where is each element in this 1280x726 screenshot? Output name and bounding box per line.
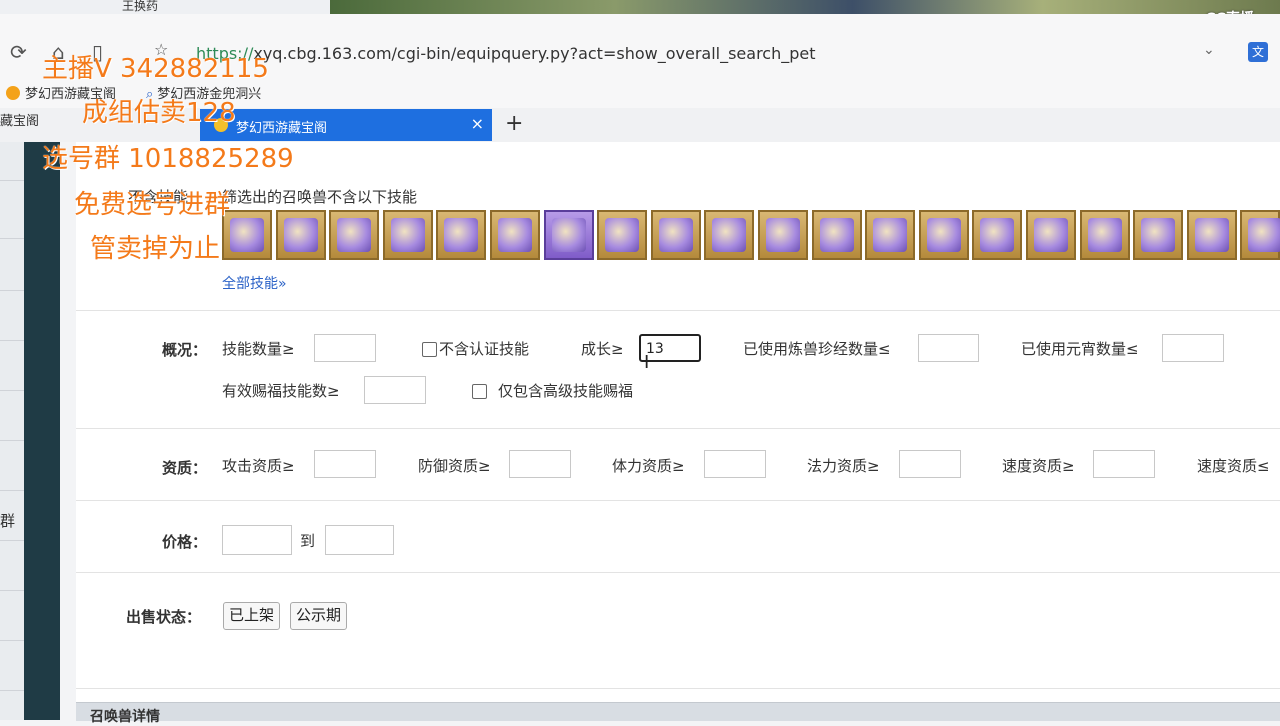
skill-9-icon[interactable] (651, 210, 701, 260)
bookmark-logo-icon (6, 86, 20, 100)
used-beast-books-label: 已使用炼兽珍经数量≤ (743, 340, 891, 358)
skill-count-label: 技能数量≥ (222, 340, 295, 358)
magic-aptitude-input[interactable] (899, 450, 961, 478)
skill-12-icon[interactable] (812, 210, 862, 260)
price-min-input[interactable] (222, 525, 292, 555)
attack-aptitude-label: 攻击资质≥ (222, 457, 295, 475)
skill-17-icon[interactable] (1080, 210, 1130, 260)
used-yuanxiao-label: 已使用元宵数量≤ (1021, 340, 1139, 358)
overlay-sell-until: 管卖掉为止 (90, 234, 221, 264)
skill-16-icon[interactable] (1026, 210, 1076, 260)
sale-status-label: 出售状态： (126, 608, 202, 626)
pet-details-header[interactable]: 召唤兽详情 (76, 702, 1280, 725)
listed-button[interactable]: 已上架 (223, 602, 281, 630)
speed-aptitude-min-label: 速度资质≥ (1002, 457, 1075, 475)
skill-5-icon[interactable] (436, 210, 486, 260)
skill-15-icon[interactable] (972, 210, 1022, 260)
divider (76, 688, 1280, 689)
pet-details-title: 召唤兽详情 (90, 709, 160, 725)
overlay-streamer-contact: 主播V 342882115 (42, 54, 269, 84)
skill-20-icon[interactable] (1240, 210, 1280, 260)
skill-8-icon[interactable] (597, 210, 647, 260)
overlay-free-select: 免费选号进群 (74, 190, 231, 220)
attack-aptitude-input[interactable] (314, 450, 376, 478)
translate-extension-icon[interactable]: 文 (1248, 42, 1268, 62)
growth-label: 成长≥ (581, 340, 624, 358)
overlay-price-note: 成组估卖128 (82, 98, 236, 128)
all-skills-link[interactable]: 全部技能» (222, 273, 287, 293)
skill-13-icon[interactable] (865, 210, 915, 260)
skill-19-icon[interactable] (1187, 210, 1237, 260)
hp-aptitude-label: 体力资质≥ (612, 457, 685, 475)
overlay-group-number: 选号群 1018825289 (42, 144, 294, 174)
skill-18-icon[interactable] (1133, 210, 1183, 260)
hp-aptitude-input[interactable] (704, 450, 766, 478)
price-to-label: 到 (300, 532, 316, 550)
effective-blessing-label: 有效赐福技能数≥ (222, 382, 340, 400)
only-high-blessing-label: 仅包含高级技能赐福 (498, 382, 634, 400)
no-certified-checkbox[interactable] (422, 342, 437, 357)
skill-11-icon[interactable] (758, 210, 808, 260)
skill-count-input[interactable] (314, 334, 376, 362)
only-high-blessing-checkbox[interactable] (472, 384, 487, 399)
top-window-strip: 王换药 (0, 0, 1280, 14)
skill-14-icon[interactable] (919, 210, 969, 260)
tab-label: 藏宝阁 (0, 114, 40, 129)
close-tab-icon[interactable]: × (471, 114, 484, 133)
tab-label: 梦幻西游藏宝阁 (236, 121, 328, 136)
skill-3-icon[interactable] (329, 210, 379, 260)
divider (76, 428, 1280, 429)
overview-label: 概况： (162, 341, 208, 359)
previous-tab-title: 王换药 (122, 0, 159, 13)
skills-exclude-desc: 筛选出的召唤兽不含以下技能 (222, 188, 418, 206)
divider (76, 500, 1280, 501)
tab-active-cbg[interactable]: 梦幻西游藏宝阁 × (200, 109, 492, 141)
skill-6-icon[interactable] (490, 210, 540, 260)
divider (76, 310, 1280, 311)
chevron-down-icon[interactable]: ⌄ (1203, 42, 1215, 58)
text-cursor-icon: I (644, 352, 650, 373)
divider (76, 572, 1280, 573)
sidebar-label[interactable]: 群 (0, 510, 15, 531)
defense-aptitude-input[interactable] (509, 450, 571, 478)
no-certified-label: 不含认证技能 (439, 340, 530, 358)
used-yuanxiao-input[interactable] (1162, 334, 1224, 362)
public-period-button[interactable]: 公示期 (290, 602, 348, 630)
skill-icon-row (222, 210, 1280, 262)
previous-window-tab[interactable]: 王换药 (0, 0, 331, 14)
price-max-input[interactable] (325, 525, 394, 555)
speed-aptitude-min-input[interactable] (1093, 450, 1155, 478)
effective-blessing-input[interactable] (364, 376, 426, 404)
url-field[interactable]: https://xyq.cbg.163.com/cgi-bin/equipque… (196, 44, 816, 63)
skill-10-icon[interactable] (704, 210, 754, 260)
skill-7-icon[interactable] (544, 210, 594, 260)
skill-2-icon[interactable] (276, 210, 326, 260)
magic-aptitude-label: 法力资质≥ (807, 457, 880, 475)
speed-aptitude-max-label: 速度资质≤ (1197, 457, 1270, 475)
new-tab-button[interactable]: + (505, 111, 523, 136)
tab-cbg-left[interactable]: 藏宝阁 (0, 110, 39, 129)
price-label: 价格： (162, 533, 208, 551)
dark-side-panel (24, 142, 60, 720)
game-window-preview (330, 0, 1280, 14)
defense-aptitude-label: 防御资质≥ (418, 457, 491, 475)
aptitude-label: 资质： (162, 459, 208, 477)
left-sidebar (0, 142, 25, 720)
skill-4-icon[interactable] (383, 210, 433, 260)
url-path: xyq.cbg.163.com/cgi-bin/equipquery.py?ac… (253, 44, 816, 63)
used-beast-books-input[interactable] (918, 334, 979, 362)
reload-icon[interactable]: ⟳ (10, 40, 27, 64)
